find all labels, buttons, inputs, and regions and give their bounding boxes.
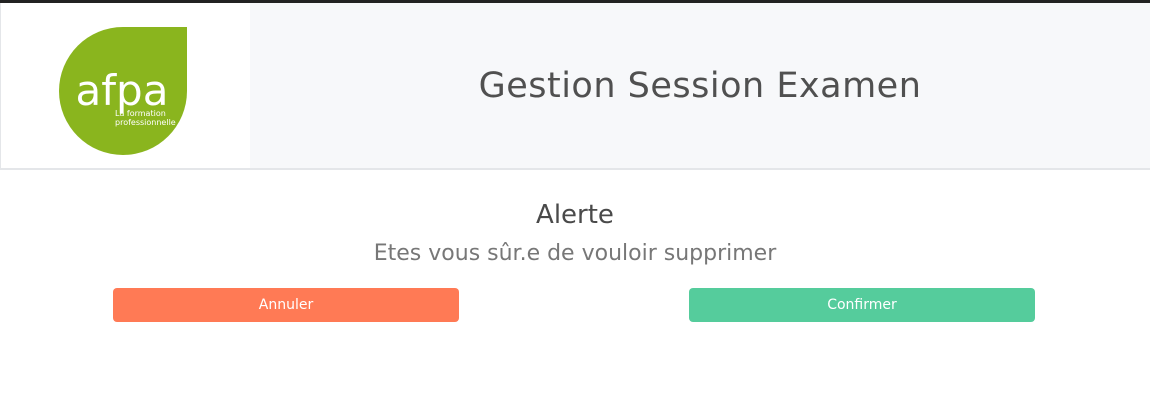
alert-message: Etes vous sûr.e de vouloir supprimer xyxy=(373,241,777,266)
page-header: afpa La formation professionnelle Gestio… xyxy=(0,3,1150,170)
logo-container: afpa La formation professionnelle xyxy=(0,3,250,168)
alert-title: Alerte xyxy=(536,200,614,230)
svg-text:afpa: afpa xyxy=(76,66,169,115)
afpa-logo: afpa La formation professionnelle xyxy=(59,27,187,155)
svg-text:professionnelle: professionnelle xyxy=(115,118,176,127)
svg-text:La formation: La formation xyxy=(115,109,166,118)
cancel-button[interactable]: Annuler xyxy=(113,288,459,322)
page-title: Gestion Session Examen xyxy=(478,65,922,106)
confirm-button[interactable]: Confirmer xyxy=(689,288,1035,322)
